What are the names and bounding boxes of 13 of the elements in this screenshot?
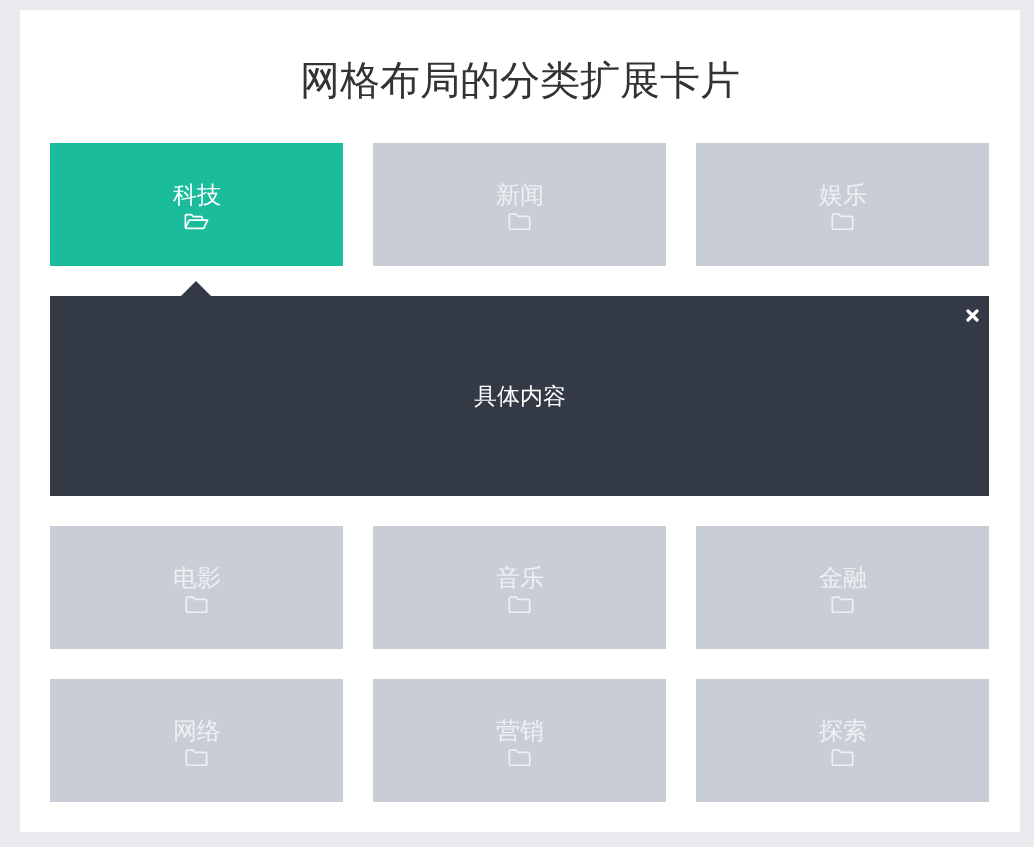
folder-icon [185, 595, 208, 613]
folder-icon [831, 212, 854, 230]
close-icon[interactable] [966, 309, 979, 322]
folder-icon [508, 212, 531, 230]
folder-icon [831, 748, 854, 766]
folder-icon [508, 595, 531, 613]
page-title: 网格布局的分类扩展卡片 [298, 57, 741, 104]
folder-icon [185, 748, 208, 766]
detail-text: 具体内容 [473, 382, 566, 411]
category-card[interactable]: 科技 [50, 143, 343, 266]
folder-icon [508, 748, 531, 766]
folder-icon [831, 595, 854, 613]
open-folder-icon [184, 212, 209, 230]
